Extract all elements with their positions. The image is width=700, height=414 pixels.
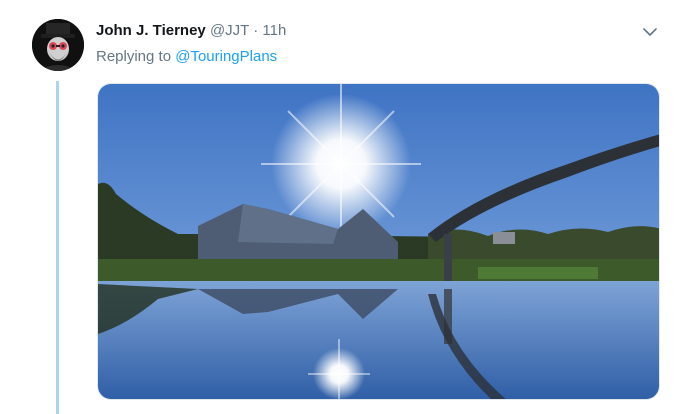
reply-to-link[interactable]: @TouringPlans — [175, 48, 277, 65]
replying-to: Replying to @TouringPlans — [96, 48, 277, 66]
avatar[interactable] — [32, 19, 84, 71]
reply-prefix: Replying to — [96, 48, 172, 65]
display-name[interactable]: John J. Tierney — [96, 22, 206, 39]
separator-dot: · — [253, 22, 259, 39]
timestamp[interactable]: 11h — [262, 22, 286, 39]
tweet-header: John J. Tierney @JJT · 11h — [96, 22, 286, 40]
thread-line — [56, 81, 59, 414]
chevron-down-icon[interactable] — [640, 24, 660, 40]
user-handle[interactable]: @JJT — [210, 22, 249, 39]
tweet-photo[interactable] — [97, 83, 660, 400]
